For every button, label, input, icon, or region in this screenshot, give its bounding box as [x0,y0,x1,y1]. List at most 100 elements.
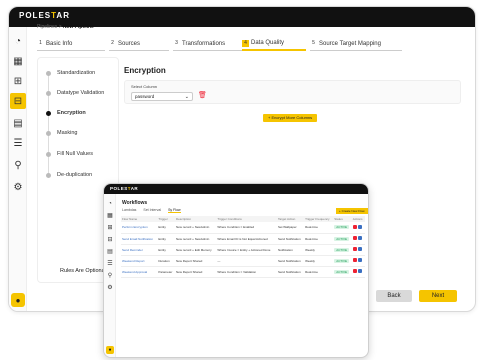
flow-icon[interactable]: ⊞ [106,224,114,232]
status-badge: ACTIVE [334,247,350,252]
settings-icon[interactable] [357,258,362,262]
step-label: Data Quality [251,40,285,46]
edit-icon[interactable] [352,236,357,240]
workflow-tabs: Lambdas Set Interval Sy Flow [122,208,187,213]
step-label: Basic Info [46,40,73,47]
settings-icon[interactable] [357,236,362,240]
flow-name-link[interactable]: Send Email Notification [121,233,158,245]
step-label: Sources [118,40,141,47]
database-icon[interactable]: ☰ [12,137,24,149]
condition-cell: Where Condition = Validation [216,266,277,278]
documents-icon[interactable]: ▤ [106,248,114,256]
table-row: Weekend Approval Parameter New Report Sh… [121,266,365,278]
overlay-top-bar: POLESTAR [104,184,368,194]
actions-cell [351,255,365,267]
edit-icon[interactable] [352,269,357,273]
frequency-cell: Weekly [304,255,334,267]
user-avatar-icon[interactable]: ● [11,293,25,307]
step-source-target-mapping[interactable]: 5 Source Target Mapping [310,37,402,51]
flow-name-link[interactable]: Weekend Report [121,255,158,267]
back-button[interactable]: Back [376,290,412,302]
step-sources[interactable]: 2 Sources [109,37,169,51]
next-button[interactable]: Next [419,290,457,302]
status-cell: ACTIVE [333,244,352,256]
flow-name-link[interactable]: Perform Encryption [121,222,158,234]
database-icon[interactable]: ☰ [106,260,114,268]
rule-datatype-validation[interactable]: Datatype Validation [46,90,104,96]
workflows-title: Workflows [122,200,148,206]
rule-encryption[interactable]: Encryption [46,110,86,116]
breadcrumb: Pipelines > New Pipeline [37,24,94,30]
edit-icon[interactable] [352,258,357,262]
target-cell: Set Wallpaper [276,222,305,234]
rule-dot [46,110,51,116]
settings-icon[interactable] [357,224,362,229]
table-row: Weekend Report Duration New Report Share… [121,255,365,267]
panel-title: Encryption [124,66,166,75]
condition-cell: Where Condition = Enabled [216,222,277,234]
grid-icon[interactable]: ▦ [106,212,114,220]
tab-lambdas[interactable]: Lambdas [122,208,136,212]
rules-optional-note: Rules Are Optional [60,268,106,274]
step-basic-info[interactable]: 1 Basic Info [37,37,105,51]
rule-de-duplication[interactable]: De-duplication [46,172,92,178]
status-cell: ACTIVE [333,266,352,278]
rule-masking[interactable]: Masking [46,130,77,136]
workflows-overlay-window: POLESTAR ◔ ▦ ⊞ ⊟ ▤ ☰ ⚲ ⚙ ● Workflows Lam… [103,183,369,358]
condition-cell: — [216,255,277,267]
settings-icon[interactable] [357,247,362,251]
nav-rail: ◔ ▦ ⊞ ⊟ ▤ ☰ ⚲ ⚙ ● [9,27,27,311]
rules-connector-line [48,73,49,173]
rule-fill-null-values[interactable]: Fill Null Values [46,151,93,157]
flow-name-link[interactable]: Weekend Approval [121,266,158,278]
flow-name-link[interactable]: Send Reminder [121,244,158,256]
step-number: 2 [111,40,114,46]
step-data-quality[interactable]: 4 Data Quality [242,37,306,51]
breadcrumb-parent[interactable]: Pipelines [37,24,57,30]
step-number: 5 [312,40,315,46]
breadcrumb-separator: > [58,24,62,30]
share-icon[interactable]: ⚲ [12,159,24,171]
actions-cell [351,244,365,256]
user-avatar-icon[interactable]: ● [106,346,114,354]
status-cell: ACTIVE [333,255,352,267]
tab-sy-flow[interactable]: Sy Flow [168,208,181,213]
flow-icon[interactable]: ⊞ [12,75,24,87]
rule-label: Fill Null Values [57,151,93,157]
step-number: 3 [175,40,178,46]
tab-set-interval[interactable]: Set Interval [143,208,161,212]
step-label: Source Target Mapping [319,40,381,47]
edit-icon[interactable] [352,224,357,229]
target-cell: Send Notification [276,255,305,267]
step-transformations[interactable]: 3 Transformations [173,37,243,51]
table-row: Perform Encryption Entity New record + N… [121,222,365,234]
chevron-down-icon: ⌄ [184,94,189,100]
edit-icon[interactable] [352,247,357,251]
grid-icon[interactable]: ▦ [12,55,24,67]
status-cell: ACTIVE [333,222,352,234]
create-new-flow-button[interactable]: + Create New Flow [336,208,368,214]
rule-label: Standardization [57,70,96,76]
rule-dot [46,70,51,76]
dashboard-icon[interactable]: ◔ [106,200,114,208]
documents-icon[interactable]: ▤ [12,117,24,129]
encrypt-more-columns-button[interactable]: + Encrypt More Columns [263,114,318,122]
column-select[interactable]: password ⌄ [131,92,193,101]
pipeline-icon[interactable]: ⊟ [10,93,26,109]
description-cell: New record + NewAdmin [174,233,217,245]
delete-icon[interactable]: 🗑 [198,92,207,100]
app-logo: POLESTAR [19,11,70,20]
settings-icon[interactable]: ⚙ [106,284,114,292]
pipeline-icon[interactable]: ⊟ [106,236,114,244]
condition-cell: Where Invoice = Entity + Actioned Done [216,244,277,256]
target-cell: Notification [276,244,305,256]
dashboard-icon[interactable]: ◔ [12,35,24,47]
settings-icon[interactable] [357,269,362,273]
frequency-cell: Real-time [304,222,334,234]
rule-standardization[interactable]: Standardization [46,70,95,76]
description-cell: New record + NewAdmin [174,222,217,234]
step-tabs: 1 Basic Info 2 Sources 3 Transformations 4D… [37,37,407,51]
actions-cell [351,266,365,278]
share-icon[interactable]: ⚲ [106,272,114,280]
settings-icon[interactable]: ⚙ [12,181,24,193]
